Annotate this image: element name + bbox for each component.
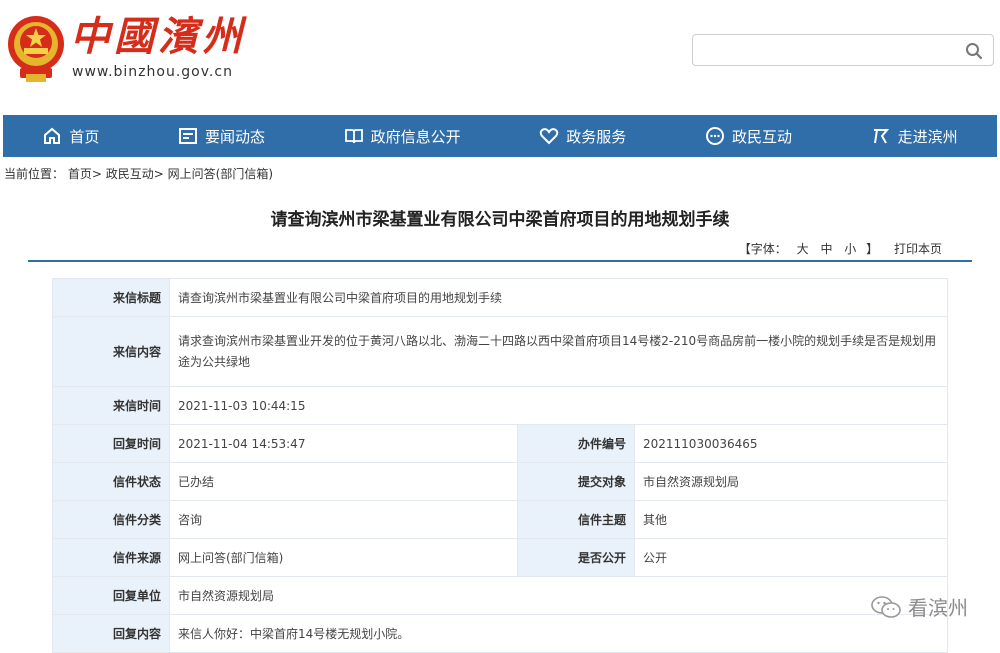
font-size-label: 【字体：: [738, 242, 787, 256]
nav-item-label: 要闻动态: [204, 127, 265, 146]
table-row: 回复单位 市自然资源规划局: [52, 576, 948, 615]
breadcrumb-home[interactable]: 首页: [68, 167, 92, 181]
flag-icon: [873, 129, 889, 144]
font-size-small-button[interactable]: 小: [844, 242, 856, 256]
field-value: 网上问答(部门信箱): [169, 538, 518, 577]
breadcrumb-separator: >: [153, 167, 164, 181]
breadcrumb-interaction[interactable]: 政民互动: [106, 167, 154, 181]
nav-item-about[interactable]: 走进滨州: [871, 126, 958, 147]
watermark-text: 看滨州: [908, 596, 968, 620]
table-row: 来信时间 2021-11-03 10:44:15: [52, 386, 948, 425]
wechat-icon: [871, 595, 901, 618]
table-row: 信件来源 网上问答(部门信箱) 是否公开 公开: [52, 538, 948, 577]
search-input[interactable]: [701, 39, 955, 63]
breadcrumb-prefix: 当前位置：: [4, 167, 65, 181]
search-icon[interactable]: [965, 42, 983, 60]
nav-item-label: 首页: [69, 127, 100, 146]
field-label: 回复单位: [52, 576, 170, 615]
table-row: 回复时间 2021-11-04 14:53:47 办件编号 2021110300…: [52, 424, 948, 463]
search-box: [692, 34, 994, 66]
field-label: 信件来源: [52, 538, 170, 577]
nav-item-interaction[interactable]: 政民互动: [705, 126, 792, 147]
field-value: 其他: [634, 500, 948, 539]
breadcrumb: 当前位置： 首页> 政民互动> 网上问答(部门信箱): [4, 165, 273, 182]
field-value: 咨询: [169, 500, 518, 539]
field-label: 信件状态: [52, 462, 170, 501]
field-label: 来信内容: [52, 316, 170, 387]
chat-icon: [705, 127, 724, 145]
book-icon: [344, 129, 363, 144]
field-label: 是否公开: [517, 538, 635, 577]
article-tools: 【字体： 大 中 小 】 打印本页: [737, 240, 944, 257]
field-label: 提交对象: [517, 462, 635, 501]
breadcrumb-mailbox[interactable]: 网上问答(部门信箱): [168, 167, 273, 181]
nav-item-label: 政民互动: [731, 127, 792, 146]
field-label: 来信时间: [52, 386, 170, 425]
letter-detail-table: 来信标题 请查询滨州市梁基置业有限公司中梁首府项目的用地规划手续 来信内容 请求…: [52, 278, 948, 653]
title-divider: [28, 260, 972, 262]
nav-item-gov-info[interactable]: 政府信息公开: [344, 126, 461, 147]
heart-icon: [540, 128, 559, 145]
nav-item-news[interactable]: 要闻动态: [178, 126, 265, 147]
page-title: 请查询滨州市梁基置业有限公司中梁首府项目的用地规划手续: [270, 210, 730, 230]
home-icon: [44, 127, 61, 144]
field-value: 请查询滨州市梁基置业有限公司中梁首府项目的用地规划手续: [169, 278, 948, 317]
field-label: 信件分类: [52, 500, 170, 539]
field-value: 2021-11-03 10:44:15: [169, 386, 948, 425]
field-value: 公开: [634, 538, 948, 577]
news-icon: [178, 128, 197, 144]
table-row: 信件分类 咨询 信件主题 其他: [52, 500, 948, 539]
field-label: 信件主题: [517, 500, 635, 539]
print-button[interactable]: 打印本页: [894, 242, 942, 256]
font-size-close: 】: [866, 242, 879, 256]
font-size-medium-button[interactable]: 中: [820, 242, 832, 256]
table-row: 来信标题 请查询滨州市梁基置业有限公司中梁首府项目的用地规划手续: [52, 278, 948, 317]
field-value: 2021-11-04 14:53:47: [169, 424, 518, 463]
table-row: 信件状态 已办结 提交对象 市自然资源规划局: [52, 462, 948, 501]
field-value: 市自然资源规划局: [634, 462, 948, 501]
field-value: 请求查询滨州市梁基置业开发的位于黄河八路以北、渤海二十四路以西中梁首府项目14号…: [169, 316, 948, 387]
breadcrumb-separator: >: [91, 167, 102, 181]
nav-item-label: 政务服务: [566, 127, 627, 146]
field-label: 来信标题: [52, 278, 170, 317]
nav-item-label: 政府信息公开: [370, 127, 461, 146]
nav-item-label: 走进滨州: [897, 127, 958, 146]
site-logo-text[interactable]: 中國濱州: [70, 14, 246, 60]
site-url: www.binzhou.gov.cn: [72, 64, 233, 80]
site-header: 中國濱州 www.binzhou.gov.cn: [0, 0, 1000, 112]
field-value: 市自然资源规划局: [169, 576, 948, 615]
font-size-large-button[interactable]: 大: [797, 242, 809, 256]
nav-item-home[interactable]: 首页: [42, 126, 99, 147]
field-label: 办件编号: [517, 424, 635, 463]
national-emblem-icon: [8, 16, 64, 82]
field-value: 已办结: [169, 462, 518, 501]
nav-item-services[interactable]: 政务服务: [539, 126, 626, 147]
watermark: 看滨州: [870, 592, 968, 621]
main-nav: 首页 要闻动态 政府信息公开 政务服务 政民互动 走进滨州: [3, 115, 997, 157]
table-row: 来信内容 请求查询滨州市梁基置业开发的位于黄河八路以北、渤海二十四路以西中梁首府…: [52, 316, 948, 387]
field-value: 202111030036465: [634, 424, 948, 463]
field-label: 回复时间: [52, 424, 170, 463]
